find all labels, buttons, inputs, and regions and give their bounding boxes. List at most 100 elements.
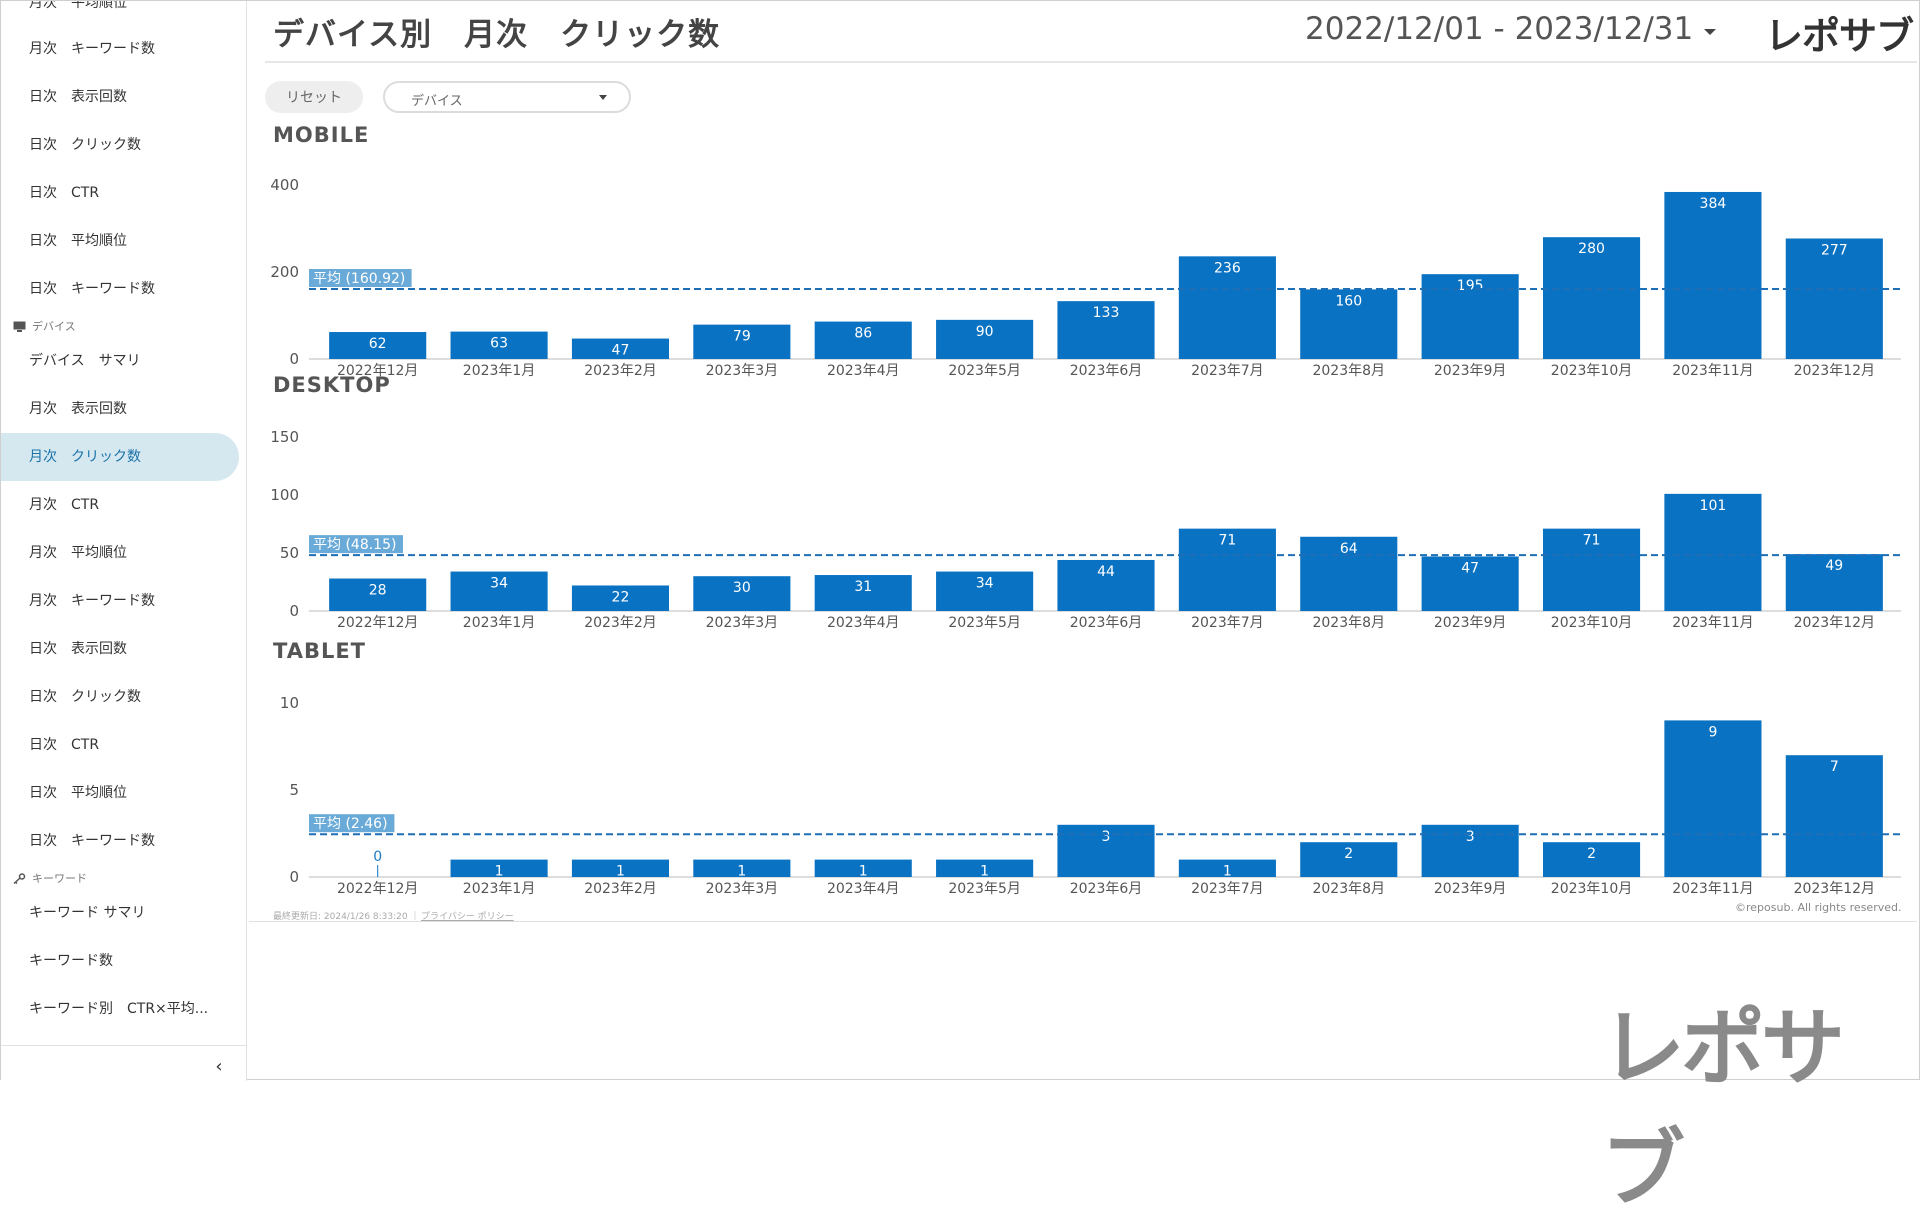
sidebar-item-monthly-impressions[interactable]: 月次 表示回数: [1, 385, 239, 433]
sidebar-item-daily-clicks[interactable]: 日次 クリック数: [1, 121, 239, 169]
device-filter-select[interactable]: デバイス: [383, 81, 631, 113]
bar-data-label: 1: [859, 864, 868, 880]
desktop-bar-chart: 0 50 100 150 28 2022年12月 34 2023年1月 22 2023年2月 30 2…: [270, 428, 1901, 631]
sidebar-item-monthly-rank-cut[interactable]: 月次 平均順位: [1, 1, 239, 27]
caret-down-icon: [599, 95, 607, 100]
bar-data-label: 277: [1821, 243, 1848, 259]
bar-data-label: 1: [1223, 864, 1232, 880]
sidebar: 月次 平均順位 月次 キーワード数 日次 表示回数 日次 クリック数 日次 CT…: [1, 1, 247, 1081]
sidebar-item-daily-impressions-device[interactable]: 日次 表示回数: [1, 625, 239, 673]
x-tick-label: 2023年12月: [1794, 881, 1875, 897]
sidebar-section-device: デバイス: [13, 318, 76, 334]
bar-data-label: 3: [1466, 829, 1475, 845]
x-tick-label: 2023年6月: [1070, 881, 1143, 897]
sidebar-item-daily-impressions[interactable]: 日次 表示回数: [1, 73, 239, 121]
x-tick-label: 2022年12月: [337, 881, 418, 897]
sidebar-item-monthly-ctr[interactable]: 月次 CTR: [1, 481, 239, 529]
y-tick-label: 10: [280, 694, 299, 712]
collapse-sidebar-icon[interactable]: ‹: [207, 1055, 231, 1079]
bar-data-label: 31: [854, 579, 872, 595]
x-tick-label: 2023年10月: [1551, 363, 1632, 379]
bar-data-label: 3: [1102, 829, 1111, 845]
y-tick-label: 150: [270, 428, 299, 446]
sidebar-item-label: 月次 平均順位: [29, 545, 127, 561]
sidebar-section-label: キーワード: [32, 872, 87, 885]
bar-data-label: 1: [737, 864, 746, 880]
x-tick-label: 2023年3月: [706, 881, 779, 897]
bar-data-label: 34: [976, 576, 994, 592]
x-tick-label: 2023年3月: [706, 615, 779, 631]
sidebar-item-daily-keywords[interactable]: 日次 キーワード数: [1, 265, 239, 313]
copyright-text: ©reposub. All rights reserved.: [1735, 901, 1902, 914]
sidebar-item-daily-keywords-device[interactable]: 日次 キーワード数: [1, 817, 239, 865]
average-label: 平均 (160.92): [313, 271, 405, 287]
bar-data-label: 49: [1825, 558, 1843, 574]
sidebar-item-label: 日次 CTR: [29, 737, 100, 753]
x-tick-label: 2023年5月: [948, 881, 1021, 897]
bar-data-label: 22: [612, 589, 630, 605]
x-tick-label: 2023年11月: [1672, 363, 1753, 379]
x-tick-label: 2023年4月: [827, 363, 900, 379]
sidebar-item-label: 日次 キーワード数: [29, 833, 155, 849]
sidebar-item-label: 日次 表示回数: [29, 641, 127, 657]
sidebar-item-label: デバイス サマリ: [29, 353, 141, 369]
sidebar-item-label: キーワード数: [29, 953, 113, 969]
x-tick-label: 2022年12月: [337, 615, 418, 631]
x-tick-label: 2023年7月: [1191, 363, 1264, 379]
reset-button[interactable]: リセット: [265, 81, 363, 113]
sidebar-item-keyword-count[interactable]: キーワード数: [1, 937, 239, 985]
x-tick-label: 2023年12月: [1794, 615, 1875, 631]
sidebar-item-label: 月次 キーワード数: [29, 593, 155, 609]
average-label: 平均 (2.46): [313, 816, 388, 832]
sidebar-item-monthly-clicks[interactable]: 月次 クリック数: [1, 433, 239, 481]
sidebar-item-keyword-summary[interactable]: キーワード サマリ: [1, 889, 239, 937]
bar-data-label: 30: [733, 580, 751, 596]
bar-data-label: 384: [1700, 196, 1727, 212]
x-tick-label: 2023年8月: [1312, 615, 1385, 631]
y-tick-label: 100: [270, 486, 299, 504]
sidebar-item-monthly-keywords[interactable]: 月次 キーワード数: [1, 25, 239, 73]
bar-data-label: 63: [490, 336, 508, 352]
bar-data-label: 7: [1830, 759, 1839, 775]
x-tick-label: 2023年1月: [463, 615, 536, 631]
average-label: 平均 (48.15): [313, 537, 396, 553]
bar-data-label: 90: [976, 324, 994, 340]
chevron-down-icon[interactable]: [1697, 19, 1723, 45]
y-tick-label: 0: [289, 868, 299, 886]
sidebar-item-daily-ctr-device[interactable]: 日次 CTR: [1, 721, 239, 769]
sidebar-item-label: 月次 平均順位: [29, 1, 127, 11]
sidebar-item-daily-ctr[interactable]: 日次 CTR: [1, 169, 239, 217]
bar-data-label: 280: [1578, 241, 1605, 257]
app-window: 月次 平均順位 月次 キーワード数 日次 表示回数 日次 クリック数 日次 CT…: [0, 0, 1920, 1218]
sidebar-item-label: 日次 平均順位: [29, 233, 127, 249]
x-tick-label: 2023年8月: [1312, 363, 1385, 379]
sidebar-item-label: 月次 キーワード数: [29, 41, 155, 57]
sidebar-item-daily-rank[interactable]: 日次 平均順位: [1, 217, 239, 265]
brand-logo: レポサブ: [1765, 14, 1914, 58]
sidebar-item-monthly-keywords-device[interactable]: 月次 キーワード数: [1, 577, 239, 625]
bar: [1664, 720, 1762, 877]
bar-data-label: 0: [373, 849, 382, 865]
bar-data-label: 2: [1587, 846, 1596, 862]
y-tick-label: 50: [280, 544, 299, 562]
bar-data-label: 62: [369, 336, 387, 352]
bar-data-label: 44: [1097, 564, 1115, 580]
x-tick-label: 2023年7月: [1191, 881, 1264, 897]
sidebar-item-keyword-ctr-rank[interactable]: キーワード別 CTR×平均...: [1, 985, 239, 1033]
x-tick-label: 2023年11月: [1672, 615, 1753, 631]
date-range-picker[interactable]: 2022/12/01 - 2023/12/31: [1305, 11, 1693, 47]
mobile-bar-chart: 0200400622022年12月632023年1月472023年2月79202…: [270, 176, 1901, 379]
bar-data-label: 86: [854, 326, 872, 342]
bar-data-label: 195: [1457, 278, 1484, 294]
bar-data-label: 79: [733, 329, 751, 345]
bar-data-label: 47: [612, 343, 630, 359]
x-tick-label: 2023年9月: [1434, 363, 1507, 379]
bar-data-label: 47: [1461, 560, 1479, 576]
sidebar-item-device-summary[interactable]: デバイス サマリ: [1, 337, 239, 385]
sidebar-item-daily-clicks-device[interactable]: 日次 クリック数: [1, 673, 239, 721]
sidebar-item-daily-rank-device[interactable]: 日次 平均順位: [1, 769, 239, 817]
sidebar-item-monthly-rank[interactable]: 月次 平均順位: [1, 529, 239, 577]
sidebar-item-label: キーワード サマリ: [29, 905, 146, 921]
privacy-policy-link[interactable]: プライバシー ポリシー: [421, 909, 514, 922]
sidebar-item-label: 日次 平均順位: [29, 785, 127, 801]
